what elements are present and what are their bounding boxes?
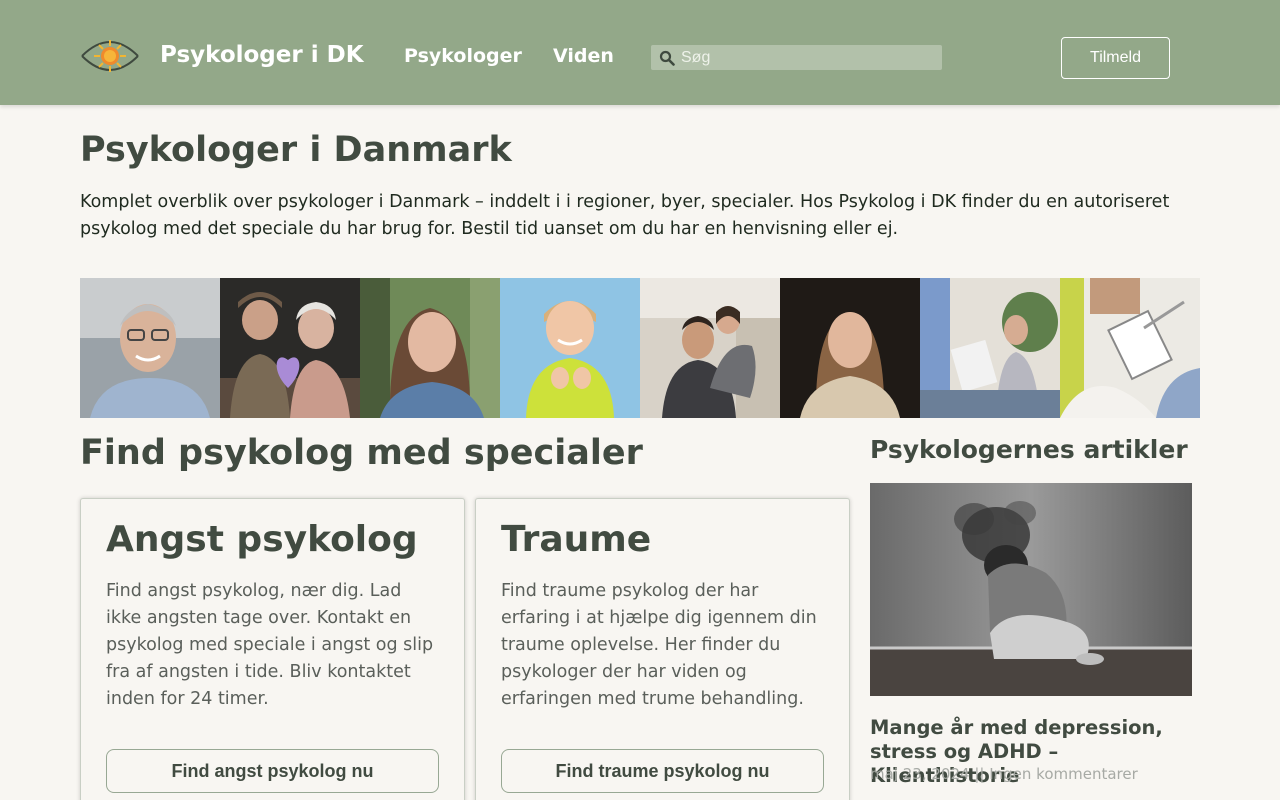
article-meta: maj 23, 2024 || Ingen kommentarer xyxy=(870,765,1138,783)
happy-couple-photo xyxy=(640,278,780,418)
nav-link-viden[interactable]: Viden xyxy=(553,45,614,67)
site-header: Psykologer i DK Psykologer Viden Tilmeld xyxy=(0,0,1280,105)
search-icon[interactable] xyxy=(659,50,675,66)
specialty-card-angst: Angst psykolog Find angst psykolog, nær … xyxy=(80,498,465,800)
search-bar xyxy=(651,45,942,70)
elderly-couple-heart-balloon-photo xyxy=(220,278,360,418)
site-title[interactable]: Psykologer i DK xyxy=(160,42,364,68)
card-title: Angst psykolog xyxy=(106,519,418,560)
articles-title: Psykologernes artikler xyxy=(870,435,1188,464)
card-text: Find traume psykolog der har erfaring i … xyxy=(501,581,817,709)
find-traume-psykolog-button[interactable]: Find traume psykolog nu xyxy=(501,749,824,793)
card-text: Find angst psykolog, nær dig. Lad ikke a… xyxy=(106,581,434,709)
person-dissolving-smoke-photo[interactable] xyxy=(870,483,1192,696)
specialty-card-traume: Traume Find traume psykolog der har erfa… xyxy=(475,498,850,800)
page-title: Psykologer i Danmark xyxy=(80,130,512,170)
young-woman-photo xyxy=(360,278,500,418)
signup-button[interactable]: Tilmeld xyxy=(1061,37,1170,79)
therapy-session-photo xyxy=(920,278,1060,418)
photo-strip xyxy=(80,278,1200,418)
nav-link-psykologer[interactable]: Psykologer xyxy=(404,45,522,67)
child-yellow-shirt-photo xyxy=(500,278,640,418)
specialties-title: Find psykolog med specialer xyxy=(80,433,643,473)
intro-text: Komplet overblik over psykologer i Danma… xyxy=(80,192,1170,239)
meta-separator: || xyxy=(974,765,985,783)
smiling-older-man-photo xyxy=(80,278,220,418)
card-title: Traume xyxy=(501,519,652,560)
sun-eye-logo-icon[interactable] xyxy=(80,34,140,78)
woman-portrait-photo xyxy=(780,278,920,418)
find-angst-psykolog-button[interactable]: Find angst psykolog nu xyxy=(106,749,439,793)
article-date: maj 23, 2024 xyxy=(870,765,970,783)
search-input[interactable] xyxy=(681,45,936,70)
article-comments-link[interactable]: Ingen kommentarer xyxy=(989,765,1138,783)
therapist-clipboard-photo xyxy=(1060,278,1200,418)
